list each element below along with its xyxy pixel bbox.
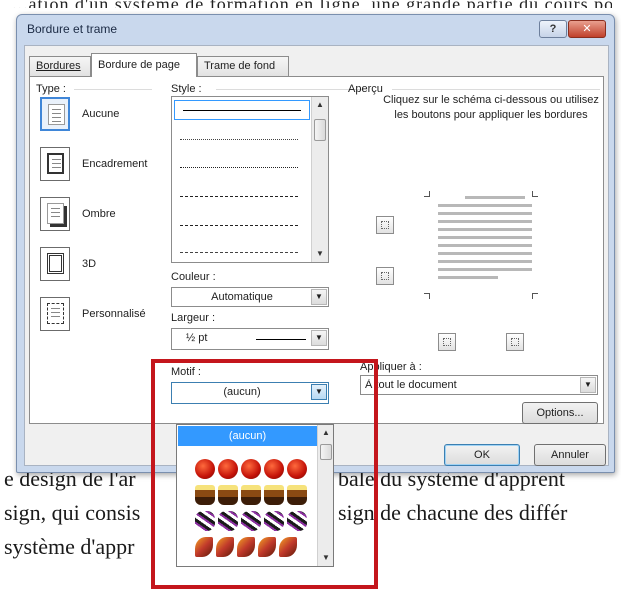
- type-box-label[interactable]: Encadrement: [82, 158, 147, 170]
- tab-bordure-de-page[interactable]: Bordure de page: [91, 53, 197, 77]
- type-label: Type :: [36, 83, 66, 95]
- border-right-icon: [511, 338, 519, 346]
- tab-bordures[interactable]: Bordures: [29, 56, 91, 76]
- style-selected-item[interactable]: [174, 100, 310, 120]
- color-combobox[interactable]: Automatique ▼: [171, 287, 329, 307]
- document-text-line-3: système d'appr: [4, 534, 135, 559]
- style-label: Style :: [171, 83, 202, 95]
- style-listbox[interactable]: ▲ ▼: [171, 96, 329, 263]
- preview-label: Aperçu: [348, 83, 383, 95]
- scroll-up-icon[interactable]: ▲: [312, 97, 328, 113]
- border-left-button[interactable]: [438, 333, 456, 351]
- preview-text-line: [438, 220, 532, 223]
- type-box-icon[interactable]: [40, 147, 70, 181]
- preview-hint: Cliquez sur le schéma ci-dessous ou util…: [383, 94, 599, 121]
- tab-bordures-label: Bordures: [36, 60, 81, 72]
- color-value: Automatique: [211, 291, 273, 303]
- apply-to-combobox[interactable]: À tout le document ▼: [360, 375, 598, 395]
- preview-text-line: [438, 268, 532, 271]
- chevron-down-icon[interactable]: ▼: [580, 377, 596, 393]
- chevron-down-icon[interactable]: ▼: [311, 289, 327, 305]
- style-dash-dot-line[interactable]: [180, 252, 298, 253]
- preview-text-line: [438, 244, 532, 247]
- dialog-titlebar[interactable]: Bordure et trame ? ✕: [17, 15, 614, 43]
- close-button[interactable]: ✕: [568, 20, 606, 38]
- apply-to-value: À tout le document: [365, 379, 457, 391]
- preview-text-line: [438, 236, 532, 239]
- preview-text-line: [438, 260, 532, 263]
- width-line-preview: [256, 339, 306, 340]
- scroll-down-icon[interactable]: ▼: [312, 246, 328, 262]
- page-3d-icon: [47, 253, 64, 274]
- cancel-button[interactable]: Annuler: [534, 444, 606, 466]
- scroll-thumb[interactable]: [314, 119, 326, 141]
- type-custom-label[interactable]: Personnalisé: [82, 308, 146, 320]
- preview-text-line: [438, 204, 532, 207]
- corner-mark-bottom-left: [424, 293, 430, 299]
- page-shadow-icon: [47, 203, 64, 224]
- page-custom-icon: [47, 303, 64, 324]
- preview-text-line: [438, 276, 498, 279]
- dialog-title: Bordure et trame: [27, 22, 118, 36]
- type-3d-icon[interactable]: [40, 247, 70, 281]
- type-shadow-icon[interactable]: [40, 197, 70, 231]
- tab-trame-de-fond-label: Trame de fond: [204, 60, 276, 72]
- document-text-line-2: sign, qui consis: [4, 500, 141, 525]
- document-top-text: ...ation d'un système de formation en li…: [12, 0, 612, 8]
- corner-mark-top-left: [424, 191, 430, 197]
- page-box-icon: [47, 153, 64, 174]
- style-scrollbar[interactable]: ▲ ▼: [311, 97, 328, 262]
- border-bottom-icon: [381, 272, 389, 280]
- preview-text-line: [438, 252, 532, 255]
- style-dotted-line[interactable]: [180, 139, 298, 140]
- border-top-button[interactable]: [376, 216, 394, 234]
- style-dashed-line[interactable]: [180, 196, 298, 197]
- help-button[interactable]: ?: [539, 20, 567, 38]
- style-long-dashed-line[interactable]: [180, 225, 298, 226]
- type-none-label[interactable]: Aucune: [82, 108, 119, 120]
- type-3d-label[interactable]: 3D: [82, 258, 96, 270]
- ok-button[interactable]: OK: [444, 444, 520, 466]
- style-solid-line: [183, 110, 301, 111]
- corner-mark-bottom-right: [532, 293, 538, 299]
- annotation-highlight-frame: [151, 359, 378, 589]
- color-label: Couleur :: [171, 271, 216, 283]
- type-custom-icon[interactable]: [40, 297, 70, 331]
- preview-text-line: [465, 196, 525, 199]
- width-value: ½ pt: [186, 332, 208, 344]
- border-bottom-button[interactable]: [376, 267, 394, 285]
- preview-text-line: [438, 212, 532, 215]
- chevron-down-icon[interactable]: ▼: [311, 330, 327, 346]
- preview-divider: [392, 89, 600, 90]
- tab-trame-de-fond[interactable]: Trame de fond: [197, 56, 289, 76]
- tab-bordure-de-page-label: Bordure de page: [98, 59, 180, 71]
- border-right-button[interactable]: [506, 333, 524, 351]
- type-none-icon[interactable]: [40, 97, 70, 131]
- type-divider: [74, 89, 152, 90]
- corner-mark-top-right: [532, 191, 538, 197]
- type-shadow-label[interactable]: Ombre: [82, 208, 116, 220]
- page-icon: [48, 104, 65, 125]
- style-divider: [216, 89, 364, 90]
- preview-text-line: [438, 228, 532, 231]
- options-button[interactable]: Options...: [522, 402, 598, 424]
- style-dense-dotted-line[interactable]: [180, 167, 298, 168]
- width-combobox[interactable]: ½ pt ▼: [171, 328, 329, 350]
- border-top-icon: [381, 221, 389, 229]
- width-label: Largeur :: [171, 312, 216, 324]
- border-left-icon: [443, 338, 451, 346]
